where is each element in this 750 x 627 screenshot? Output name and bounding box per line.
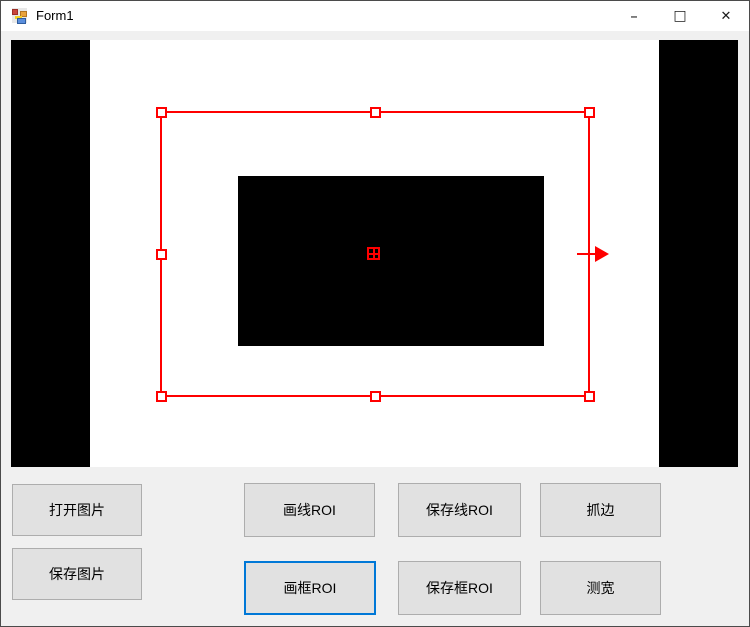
open-image-button[interactable]: 打开图片 (12, 484, 142, 536)
app-icon-red-square (12, 9, 18, 15)
window-controls: – □ ✕ (611, 1, 749, 31)
draw-box-roi-button[interactable]: 画框ROI (244, 561, 376, 615)
roi-center-marker[interactable] (367, 247, 380, 260)
maximize-icon[interactable]: □ (657, 1, 703, 31)
titlebar: Form1 – □ ✕ (1, 1, 749, 31)
roi-handle-middle-left[interactable] (156, 249, 167, 260)
grab-edge-button[interactable]: 抓边 (540, 483, 661, 537)
roi-handle-bottom-left[interactable] (156, 391, 167, 402)
roi-handle-bottom-middle[interactable] (370, 391, 381, 402)
roi-handle-bottom-right[interactable] (584, 391, 595, 402)
save-image-button[interactable]: 保存图片 (12, 548, 142, 600)
roi-handle-top-right[interactable] (584, 107, 595, 118)
roi-handle-top-left[interactable] (156, 107, 167, 118)
app-icon[interactable] (12, 8, 28, 24)
window-title: Form1 (36, 1, 74, 31)
save-box-roi-button[interactable]: 保存框ROI (398, 561, 521, 615)
minimize-icon[interactable]: – (611, 1, 657, 31)
roi-direction-arrow-icon (595, 246, 609, 262)
draw-line-roi-button[interactable]: 画线ROI (244, 483, 375, 537)
image-black-bar-left (11, 40, 90, 467)
app-icon-blue-square (17, 18, 26, 24)
image-canvas[interactable] (11, 40, 738, 467)
save-line-roi-button[interactable]: 保存线ROI (398, 483, 521, 537)
image-black-bar-right (659, 40, 738, 467)
form1-window: Form1 – □ ✕ 打开图片 画线ROI 保存线ROI 抓边 保存图片 画框… (0, 0, 750, 627)
measure-width-button[interactable]: 测宽 (540, 561, 661, 615)
roi-handle-top-middle[interactable] (370, 107, 381, 118)
close-icon[interactable]: ✕ (703, 1, 749, 31)
